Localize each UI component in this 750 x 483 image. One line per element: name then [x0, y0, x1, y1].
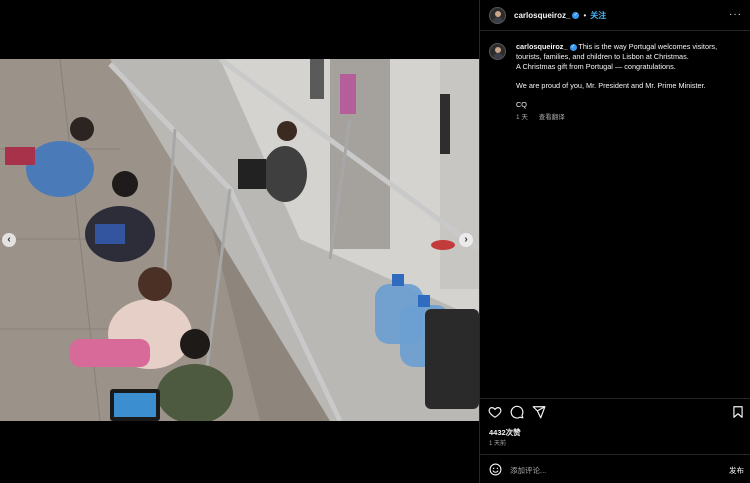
more-options-icon[interactable]: ··· [729, 9, 742, 20]
caption-username-link[interactable]: carlosqueiroz_ [516, 42, 568, 51]
caption-gap [516, 72, 744, 81]
caption-age: 1 天 [516, 114, 528, 121]
caption-verified-badge-icon: ✓ [569, 44, 577, 51]
comment-icon[interactable] [510, 405, 524, 419]
heart-icon[interactable] [488, 405, 502, 419]
caption-text-line3: We are proud of you, Mr. President and M… [516, 81, 706, 90]
post-photo [0, 59, 479, 421]
bookmark-icon[interactable] [731, 405, 745, 419]
follow-button[interactable]: 关注 [590, 10, 606, 21]
caption-meta: 1 天 查看翻译 [516, 113, 744, 123]
verified-badge-icon: ✓ [572, 11, 580, 19]
caption-text-line2: A Christmas gift from Portugal — congrat… [516, 62, 676, 71]
action-icons [488, 405, 746, 419]
next-photo-button[interactable]: › [459, 233, 473, 247]
comment-input[interactable] [510, 463, 710, 477]
post-timestamp: 1 天前 [489, 441, 507, 447]
share-icon[interactable] [532, 405, 546, 419]
see-translation-link[interactable]: 查看翻译 [539, 114, 565, 121]
avatar[interactable] [489, 6, 506, 24]
caption-signature: CQ [516, 100, 527, 109]
post-actions: 4432次赞 1 天前 发布 [480, 398, 750, 483]
comment-bar: 发布 [480, 454, 750, 483]
post-media: ‹ › [0, 0, 479, 483]
separator-dot: • [583, 10, 587, 20]
photo-illustration [0, 59, 479, 421]
username-link[interactable]: carlosqueiroz_ [514, 11, 570, 20]
caption-avatar[interactable] [489, 43, 506, 60]
emoji-icon[interactable] [489, 463, 502, 476]
post-panel: carlosqueiroz_ ✓ • 关注 ··· carlosqueiroz_… [479, 0, 750, 483]
likes-count[interactable]: 4432次赞 [489, 427, 521, 438]
previous-photo-button[interactable]: ‹ [2, 233, 16, 247]
caption-body: carlosqueiroz_ ✓ This is the way Portugal… [516, 42, 744, 123]
post-comment-button[interactable]: 发布 [729, 465, 744, 476]
post-caption: carlosqueiroz_ ✓ This is the way Portugal… [489, 42, 744, 123]
caption-gap [516, 91, 744, 100]
post-header: carlosqueiroz_ ✓ • 关注 ··· [480, 0, 750, 31]
